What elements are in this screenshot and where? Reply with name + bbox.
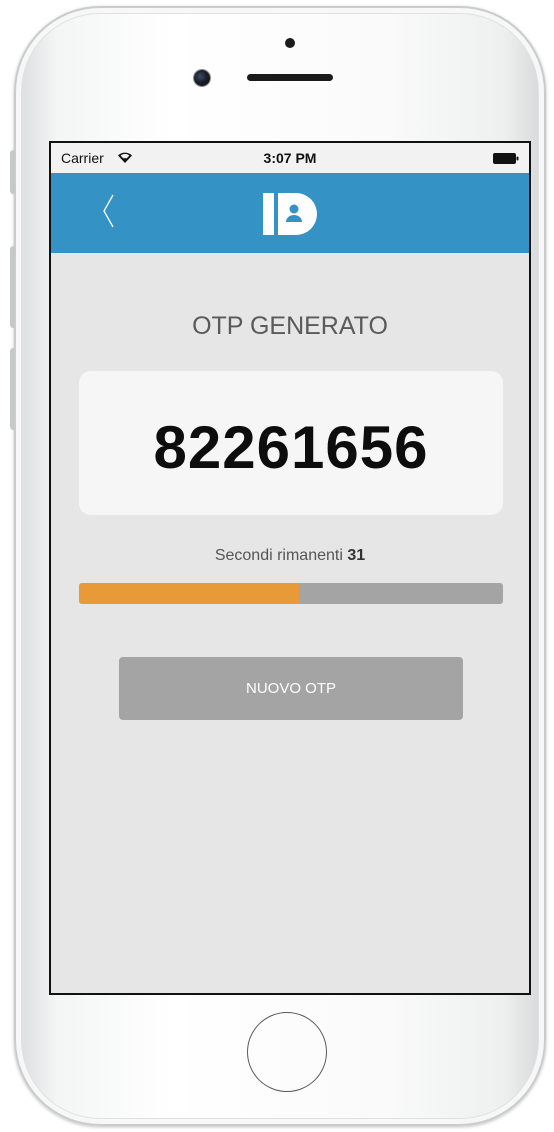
status-time: 3:07 PM xyxy=(263,150,317,166)
otp-card: 82261656 xyxy=(79,371,503,515)
countdown-progress-bar xyxy=(79,583,503,604)
front-camera xyxy=(194,70,210,86)
proximity-sensor xyxy=(285,38,295,48)
otp-code: 82261656 xyxy=(153,414,429,481)
remaining-seconds: 31 xyxy=(347,547,366,564)
battery-icon xyxy=(493,153,519,164)
home-button[interactable] xyxy=(247,1012,327,1092)
id-logo-icon xyxy=(263,193,317,235)
status-bar: Carrier 3:07 PM xyxy=(51,143,529,173)
page-title: OTP GENERATO xyxy=(192,312,388,340)
nav-bar xyxy=(51,173,529,253)
earpiece-speaker xyxy=(247,74,333,81)
phone-screen: Carrier 3:07 PM OTP GENERATO 82261656 Se… xyxy=(49,141,531,995)
countdown-progress-fill xyxy=(79,583,300,604)
new-otp-button[interactable]: NUOVO OTP xyxy=(119,657,463,720)
chevron-left-icon[interactable] xyxy=(101,193,115,229)
remaining-time: Secondi rimanenti 31 xyxy=(51,547,529,565)
mockup-page: Carrier 3:07 PM OTP GENERATO 82261656 Se… xyxy=(0,0,554,1132)
remaining-label: Secondi rimanenti xyxy=(214,547,343,564)
